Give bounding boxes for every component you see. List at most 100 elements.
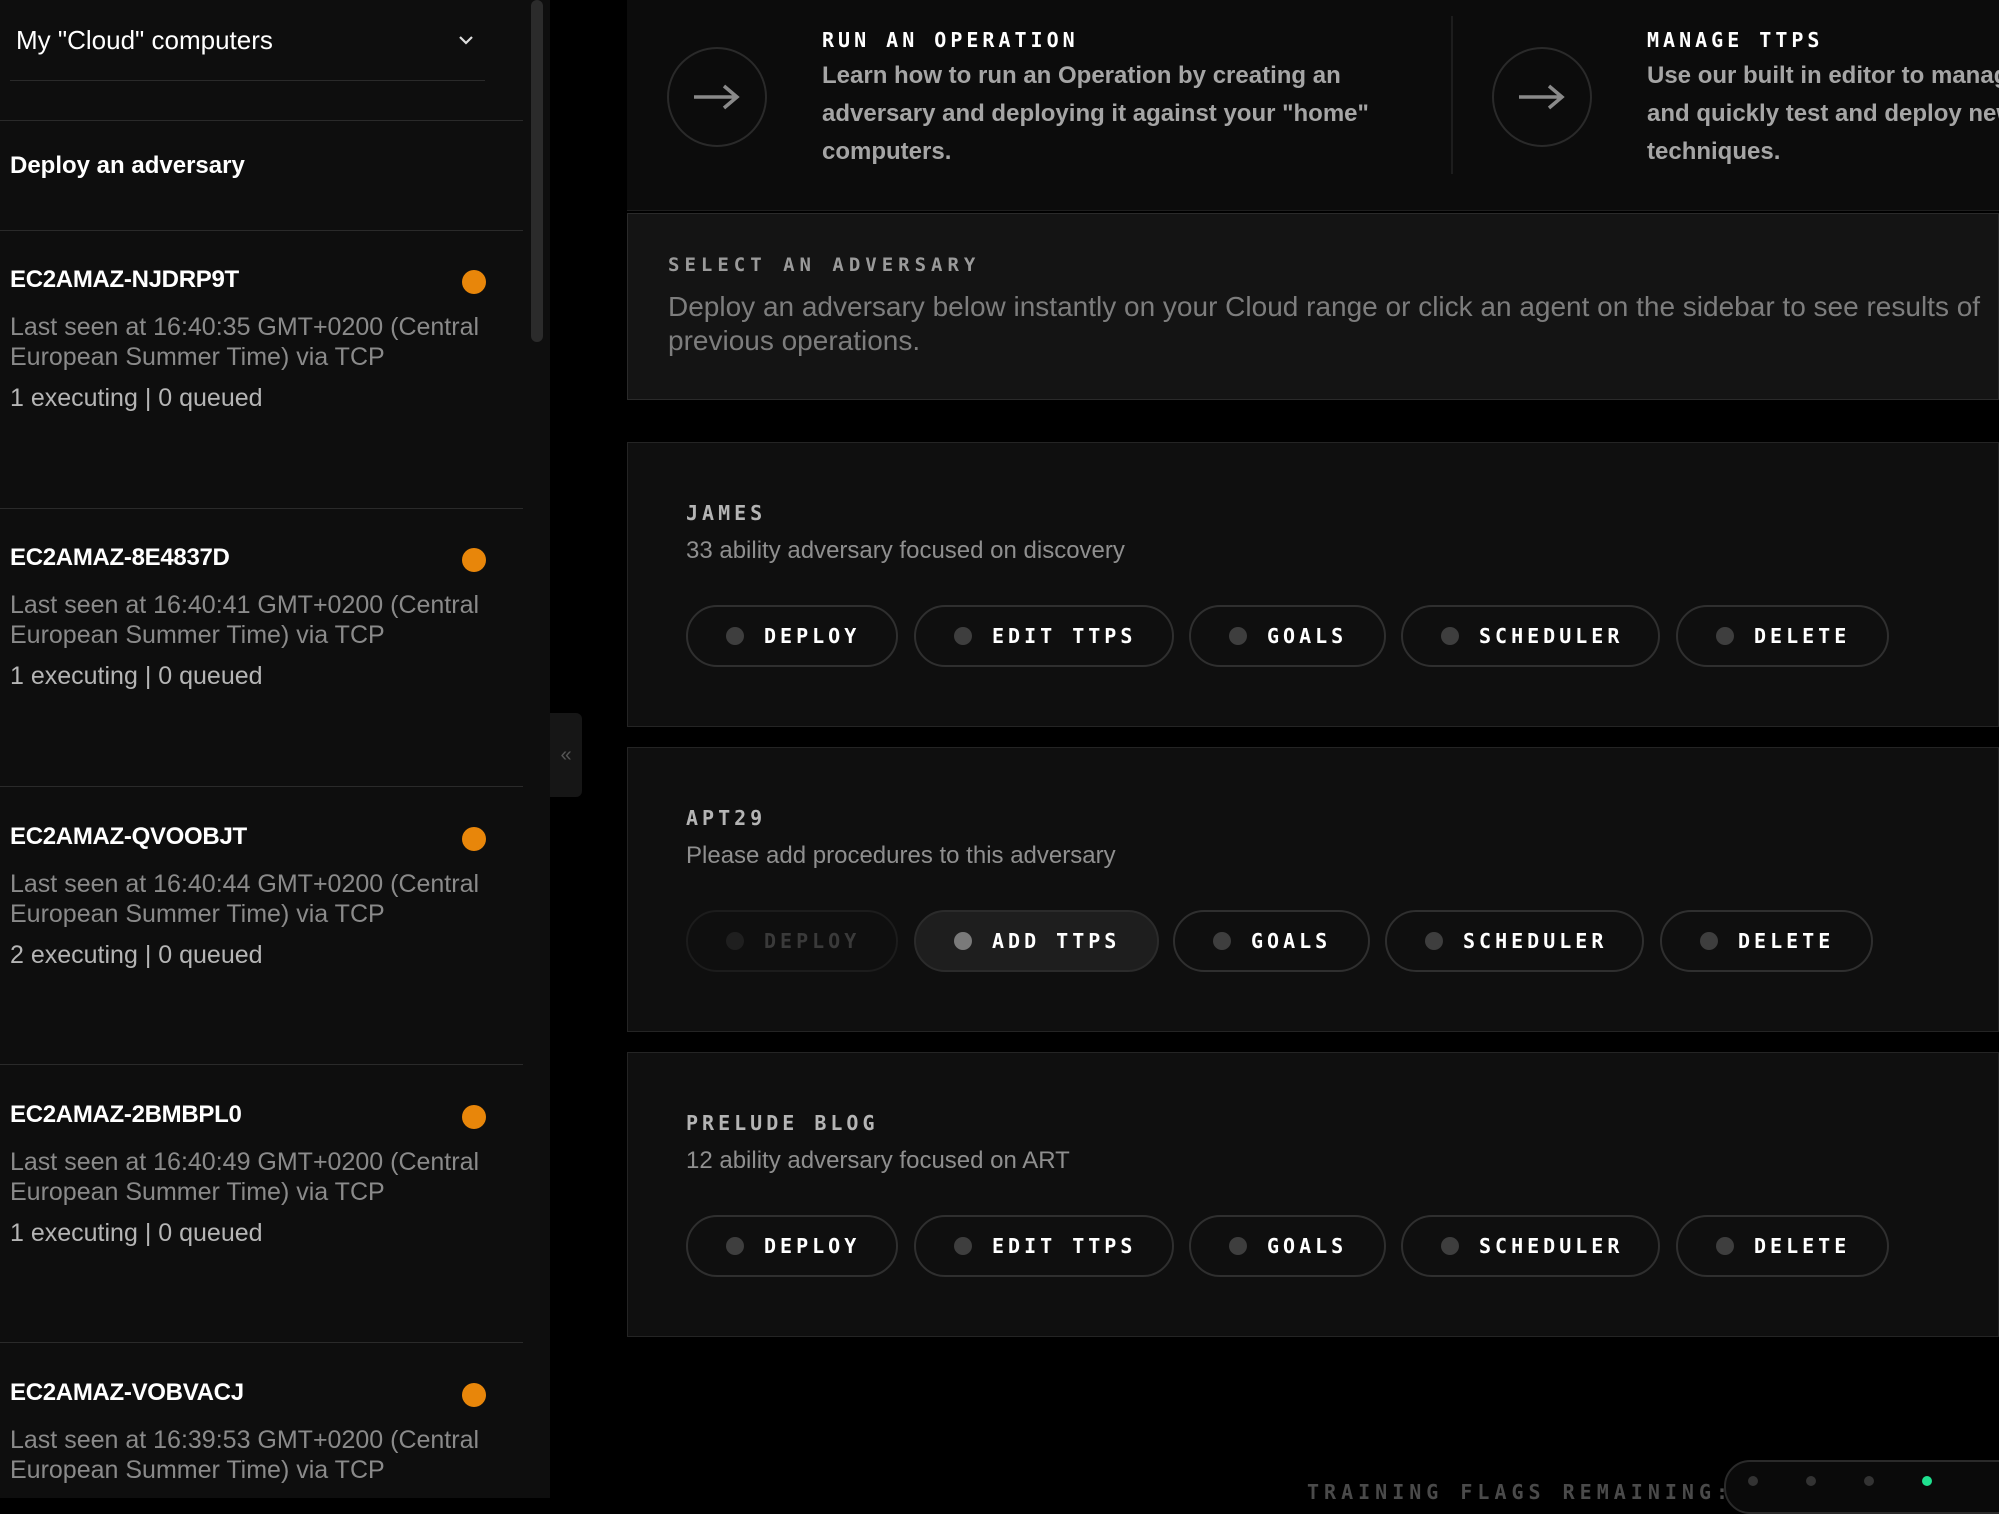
- dot-icon: [1229, 1237, 1247, 1255]
- delete-label: DELETE: [1738, 929, 1835, 953]
- dot-icon: [726, 627, 744, 645]
- training-flags-indicator: [1724, 1460, 1999, 1514]
- main-content: RUN AN OPERATION Learn how to run an Ope…: [627, 0, 1999, 1514]
- deploy-label: DEPLOY: [764, 624, 861, 648]
- dot-icon: [954, 1237, 972, 1255]
- flag-dot-active: [1922, 1476, 1932, 1486]
- goals-button[interactable]: GOALS: [1189, 1215, 1386, 1277]
- select-adversary-panel: SELECT AN ADVERSARY Deploy an adversary …: [627, 213, 1999, 400]
- run-operation-title: RUN AN OPERATION: [822, 28, 1079, 52]
- edit-ttps-button[interactable]: EDIT TTPS: [914, 605, 1174, 667]
- scheduler-button[interactable]: SCHEDULER: [1385, 910, 1644, 972]
- agent-name: EC2AMAZ-NJDRP9T: [10, 266, 239, 293]
- divider: [0, 508, 523, 509]
- agent-status-dot: [462, 1383, 486, 1407]
- deploy-button[interactable]: DEPLOY: [686, 1215, 898, 1277]
- run-operation-button[interactable]: [667, 47, 767, 147]
- edit-ttps-label: EDIT TTPS: [992, 1234, 1137, 1258]
- delete-button[interactable]: DELETE: [1660, 910, 1873, 972]
- dot-icon: [1700, 932, 1718, 950]
- delete-label: DELETE: [1754, 1234, 1851, 1258]
- dot-icon: [1425, 932, 1443, 950]
- divider: [0, 786, 523, 787]
- adversary-card: APT29 Please add procedures to this adve…: [627, 747, 1999, 1032]
- chevron-down-icon: [459, 36, 473, 45]
- dot-icon: [1441, 627, 1459, 645]
- deploy-label: DEPLOY: [764, 929, 861, 953]
- agent-name: EC2AMAZ-QVOOBJT: [10, 823, 247, 850]
- arrow-right-icon: [1519, 84, 1565, 110]
- flag-dot: [1748, 1476, 1758, 1486]
- agent-status-dot: [462, 270, 486, 294]
- range-selector-dropdown[interactable]: My "Cloud" computers: [10, 0, 485, 81]
- flag-dot: [1864, 1476, 1874, 1486]
- deploy-adversary-link[interactable]: Deploy an adversary: [10, 152, 245, 180]
- deploy-button[interactable]: DEPLOY: [686, 910, 898, 972]
- scheduler-button[interactable]: SCHEDULER: [1401, 605, 1660, 667]
- goals-button[interactable]: GOALS: [1173, 910, 1370, 972]
- agent-item[interactable]: EC2AMAZ-QVOOBJT Last seen at 16:40:44 GM…: [10, 823, 490, 970]
- agent-counts: 1 executing | 0 queued: [10, 384, 263, 412]
- manage-ttps-desc: Use our built in editor to manage and qu…: [1647, 62, 1999, 165]
- manage-ttps-button[interactable]: [1492, 47, 1592, 147]
- adversary-desc: 33 ability adversary focused on discover…: [686, 537, 1125, 564]
- agent-status-dot: [462, 548, 486, 572]
- add-ttps-label: ADD TTPS: [992, 929, 1121, 953]
- adversary-desc: 12 ability adversary focused on ART: [686, 1147, 1070, 1174]
- dot-icon: [1716, 1237, 1734, 1255]
- agent-name: EC2AMAZ-2BMBPL0: [10, 1101, 242, 1128]
- agent-name: EC2AMAZ-8E4837D: [10, 544, 230, 571]
- sidebar: My "Cloud" computers Deploy an adversary…: [0, 0, 550, 1498]
- add-ttps-button[interactable]: ADD TTPS: [914, 910, 1159, 972]
- agent-last-seen: Last seen at 16:40:41 GMT+0200 (Central …: [10, 591, 480, 649]
- edit-ttps-label: EDIT TTPS: [992, 624, 1137, 648]
- run-operation-desc: Learn how to run an Operation by creatin…: [822, 62, 1369, 165]
- delete-button[interactable]: DELETE: [1676, 1215, 1889, 1277]
- dot-icon: [726, 1237, 744, 1255]
- agent-item[interactable]: EC2AMAZ-NJDRP9T Last seen at 16:40:35 GM…: [10, 266, 490, 413]
- scheduler-label: SCHEDULER: [1479, 1234, 1624, 1258]
- flag-dot: [1806, 1476, 1816, 1486]
- manage-ttps-title: MANAGE TTPS: [1647, 28, 1824, 52]
- arrow-right-icon: [694, 84, 740, 110]
- divider: [0, 1064, 523, 1065]
- scheduler-label: SCHEDULER: [1479, 624, 1624, 648]
- delete-button[interactable]: DELETE: [1676, 605, 1889, 667]
- dot-icon: [1213, 932, 1231, 950]
- adversary-name: APT29: [686, 806, 767, 830]
- goals-label: GOALS: [1251, 929, 1332, 953]
- agent-item[interactable]: EC2AMAZ-8E4837D Last seen at 16:40:41 GM…: [10, 544, 490, 691]
- agent-last-seen: Last seen at 16:40:35 GMT+0200 (Central …: [10, 313, 480, 371]
- dot-icon: [1441, 1237, 1459, 1255]
- training-flags: TRAINING FLAGS REMAINING:: [1307, 1460, 1999, 1514]
- adversary-desc: Please add procedures to this adversary: [686, 842, 1116, 869]
- deploy-button[interactable]: DEPLOY: [686, 605, 898, 667]
- delete-label: DELETE: [1754, 624, 1851, 648]
- agent-item[interactable]: EC2AMAZ-VOBVACJ Last seen at 16:39:53 GM…: [10, 1379, 490, 1497]
- divider: [0, 120, 523, 121]
- deploy-label: DEPLOY: [764, 1234, 861, 1258]
- dot-icon: [954, 627, 972, 645]
- agent-counts: 2 executing | 0 queued: [10, 941, 263, 969]
- adversary-card: PRELUDE BLOG 12 ability adversary focuse…: [627, 1052, 1999, 1337]
- adversary-card: JAMES 33 ability adversary focused on di…: [627, 442, 1999, 727]
- range-selector-label: My "Cloud" computers: [16, 24, 273, 55]
- agent-counts: 1 executing | 0 queued: [10, 1219, 263, 1247]
- dot-icon: [726, 932, 744, 950]
- agent-last-seen: Last seen at 16:39:53 GMT+0200 (Central …: [10, 1426, 480, 1484]
- collapse-sidebar-button[interactable]: «: [550, 713, 582, 797]
- agent-status-dot: [462, 1105, 486, 1129]
- adversary-name: PRELUDE BLOG: [686, 1111, 879, 1135]
- agent-item[interactable]: EC2AMAZ-2BMBPL0 Last seen at 16:40:49 GM…: [10, 1101, 490, 1248]
- select-adversary-kicker: SELECT AN ADVERSARY: [668, 254, 981, 276]
- goals-button[interactable]: GOALS: [1189, 605, 1386, 667]
- getting-started-panel: RUN AN OPERATION Learn how to run an Ope…: [627, 0, 1999, 211]
- divider: [0, 230, 523, 231]
- divider: [1451, 16, 1453, 174]
- agent-last-seen: Last seen at 16:40:44 GMT+0200 (Central …: [10, 870, 480, 928]
- scheduler-button[interactable]: SCHEDULER: [1401, 1215, 1660, 1277]
- edit-ttps-button[interactable]: EDIT TTPS: [914, 1215, 1174, 1277]
- training-flags-label: TRAINING FLAGS REMAINING:: [1307, 1480, 1734, 1504]
- goals-label: GOALS: [1267, 1234, 1348, 1258]
- sidebar-scrollbar[interactable]: [531, 0, 543, 342]
